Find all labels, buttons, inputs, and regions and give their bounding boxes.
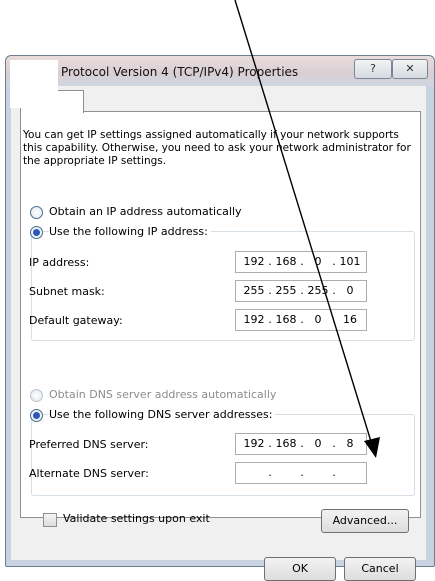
use-following-ip-radio[interactable] [30,226,43,239]
close-icon: ✕ [405,62,415,75]
ip-address-label: IP address: [29,256,90,269]
window-title: Protocol Version 4 (TCP/IPv4) Properties [61,65,299,79]
advanced-button[interactable]: Advanced... [321,509,409,533]
help-button[interactable]: ? [354,59,392,79]
default-gateway-label: Default gateway: [29,314,123,327]
description-text: You can get IP settings assigned automat… [23,129,411,167]
validate-settings-label: Validate settings upon exit [63,512,210,525]
cancel-button[interactable]: Cancel [344,557,416,581]
help-icon: ? [370,62,376,75]
ok-button[interactable]: OK [264,557,336,581]
alternate-dns-field[interactable]: . . . [235,462,367,484]
subnet-mask-label: Subnet mask: [29,285,105,298]
obtain-dns-auto-radio[interactable] [30,389,43,402]
close-button[interactable]: ✕ [392,59,428,79]
ip-address-field[interactable]: 192 . 168 . 0 . 101 [235,251,367,273]
title-bar[interactable]: Protocol Version 4 (TCP/IPv4) Properties… [6,56,434,86]
obtain-ip-auto-radio[interactable] [30,206,43,219]
preferred-dns-label: Preferred DNS server: [29,438,149,451]
dialog-client-area: al You can get IP settings assigned auto… [11,86,426,581]
obtain-ip-auto-label: Obtain an IP address automatically [49,205,242,218]
default-gateway-field[interactable]: 192 . 168 . 0 . 16 [235,309,367,331]
use-following-ip-label: Use the following IP address: [49,225,211,238]
subnet-mask-field[interactable]: 255 . 255 . 255 . 0 [235,280,367,302]
use-following-dns-radio[interactable] [30,409,43,422]
use-following-dns-label: Use the following DNS server addresses: [49,408,276,421]
tcpip-properties-dialog: Protocol Version 4 (TCP/IPv4) Properties… [5,55,435,581]
window-icon-area [10,60,58,108]
alternate-dns-label: Alternate DNS server: [29,467,149,480]
preferred-dns-field[interactable]: 192 . 168 . 0 . 8 [235,433,367,455]
obtain-dns-auto-label: Obtain DNS server address automatically [49,388,277,401]
validate-settings-checkbox[interactable] [43,513,57,527]
